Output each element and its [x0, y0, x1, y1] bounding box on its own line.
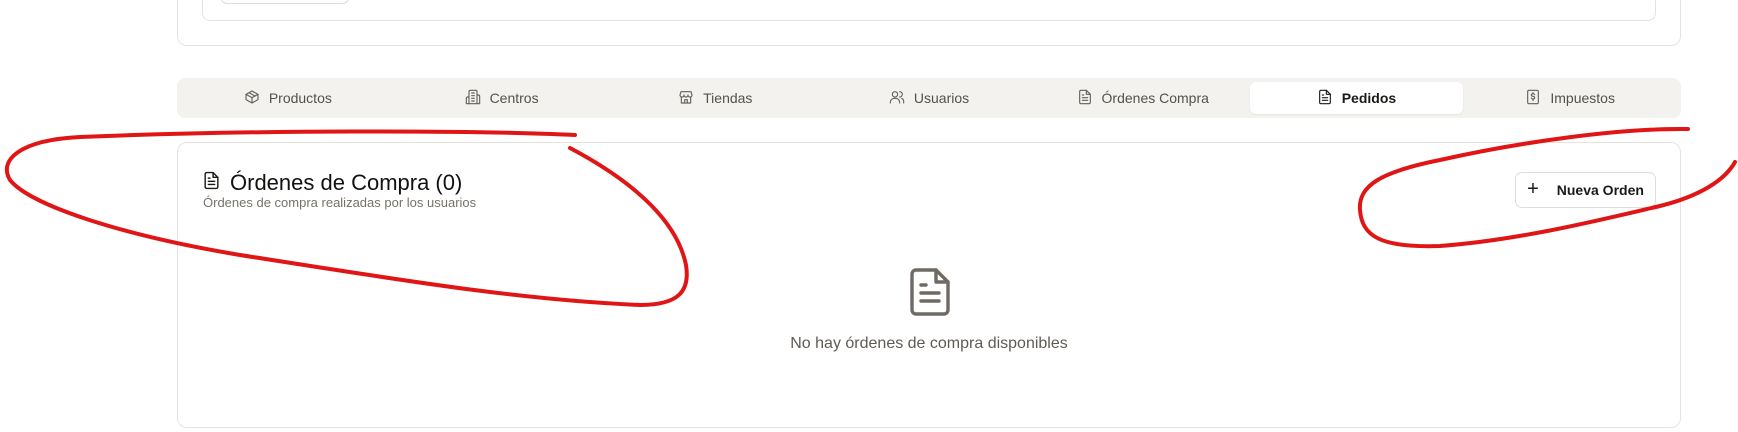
card-subtitle: Órdenes de compra realizadas por los usu…	[203, 195, 477, 210]
empty-state-file-text-icon	[908, 267, 952, 317]
purchase-orders-card: Órdenes de Compra (0) Órdenes de compra …	[177, 142, 1681, 428]
tab-productos[interactable]: Productos	[181, 82, 395, 114]
previous-section-card	[177, 0, 1681, 46]
tab-tiendas[interactable]: Tiendas	[608, 82, 822, 114]
tab-label: Pedidos	[1341, 90, 1397, 106]
previous-section-inner-panel	[202, 0, 1656, 21]
new-order-button[interactable]: + Nueva Orden	[1515, 172, 1656, 208]
tab-bar: Productos Centros Tiendas Usuarios Órden…	[177, 78, 1681, 118]
users-icon	[889, 89, 905, 108]
card-title-text: Órdenes de Compra (0)	[230, 170, 463, 195]
previous-section-button[interactable]	[221, 0, 349, 4]
plus-icon: +	[1527, 178, 1539, 200]
file-text-icon	[1317, 89, 1333, 108]
tab-centros[interactable]: Centros	[395, 82, 609, 114]
tab-usuarios[interactable]: Usuarios	[822, 82, 1036, 114]
tab-label: Centros	[489, 90, 539, 106]
tab-label: Tiendas	[703, 90, 753, 106]
building-icon	[465, 89, 481, 108]
tab-label: Usuarios	[913, 90, 970, 106]
new-order-button-label: Nueva Orden	[1556, 182, 1644, 198]
tab-label: Productos	[268, 90, 332, 106]
empty-state-message: No hay órdenes de compra disponibles	[790, 335, 1068, 352]
tab-ordenes-compra[interactable]: Órdenes Compra	[1036, 82, 1250, 114]
receipt-icon	[1525, 89, 1541, 108]
card-title: Órdenes de Compra (0)	[202, 170, 462, 196]
tab-pedidos[interactable]: Pedidos	[1249, 82, 1464, 114]
tab-label: Impuestos	[1550, 90, 1615, 106]
file-text-icon	[1077, 89, 1093, 108]
file-text-icon	[202, 170, 221, 196]
package-icon	[244, 89, 260, 108]
tab-label: Órdenes Compra	[1101, 90, 1209, 106]
page: Productos Centros Tiendas Usuarios Órden…	[0, 0, 1738, 432]
store-icon	[678, 89, 694, 108]
tab-impuestos[interactable]: Impuestos	[1463, 82, 1677, 114]
